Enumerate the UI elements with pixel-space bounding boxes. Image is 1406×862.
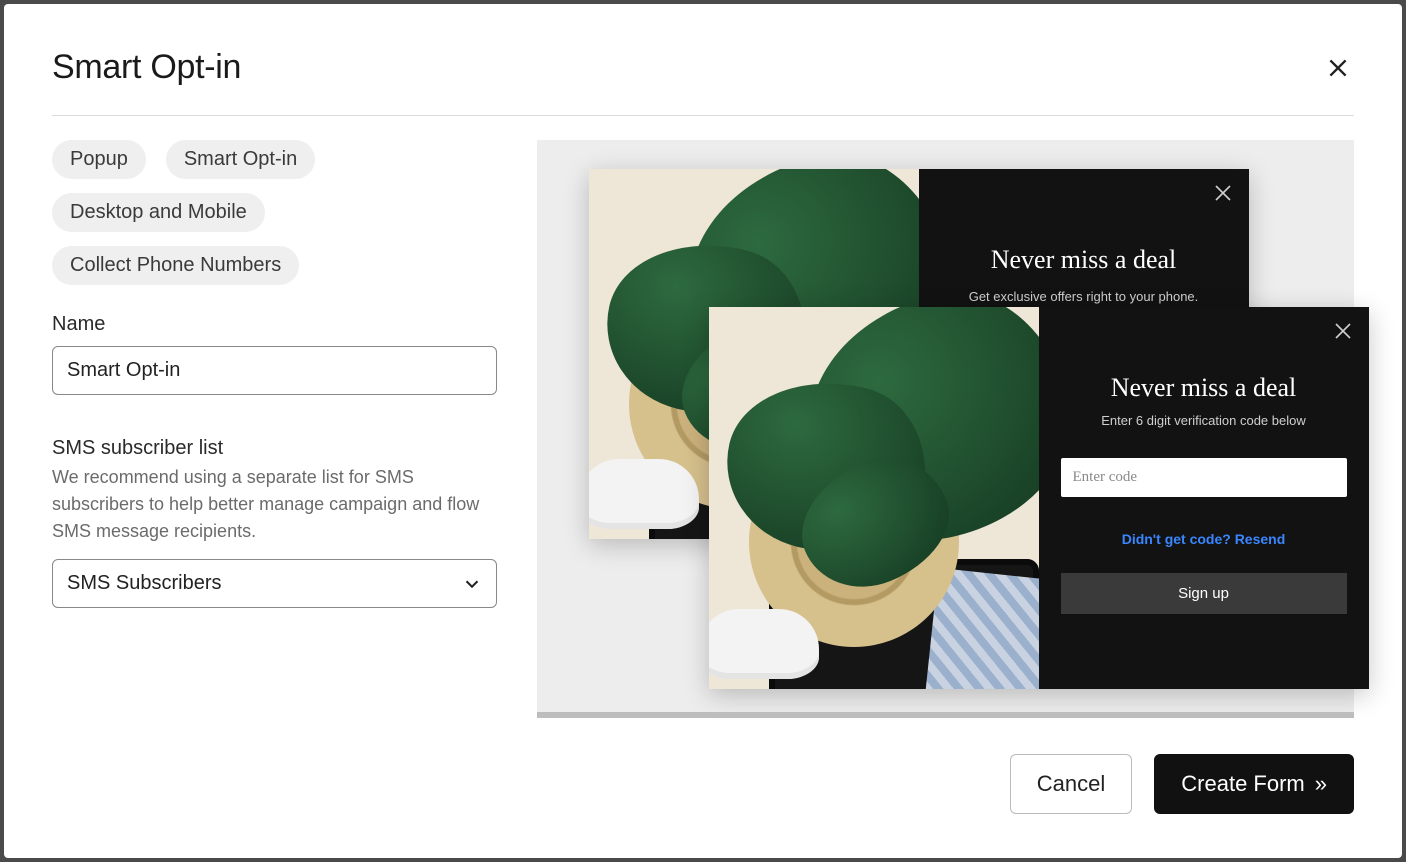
preview-image-front: [709, 307, 1039, 689]
create-form-button[interactable]: Create Form »: [1154, 754, 1354, 814]
preview-front-heading: Never miss a deal: [1111, 373, 1297, 403]
preview-back-close-button[interactable]: [1211, 181, 1235, 205]
close-icon: [1325, 55, 1351, 81]
preview-stack: Never miss a deal Get exclusive offers r…: [561, 169, 1331, 689]
modal: Smart Opt-in Popup Smart Opt-in Desktop …: [4, 4, 1402, 858]
sms-heading: SMS subscriber list: [52, 437, 497, 460]
pill-collect: Collect Phone Numbers: [52, 246, 299, 285]
modal-title: Smart Opt-in: [52, 48, 241, 87]
name-label: Name: [52, 313, 497, 336]
modal-body: Popup Smart Opt-in Desktop and Mobile Co…: [52, 140, 1354, 718]
preview-back-heading: Never miss a deal: [991, 245, 1177, 275]
chevron-right-icon: »: [1315, 771, 1327, 797]
pill-popup: Popup: [52, 140, 146, 179]
modal-footer: Cancel Create Form »: [52, 718, 1354, 814]
name-input[interactable]: [52, 346, 497, 395]
config-pane: Popup Smart Opt-in Desktop and Mobile Co…: [52, 140, 497, 718]
tag-pills: Popup Smart Opt-in Desktop and Mobile Co…: [52, 140, 497, 285]
pill-smart-optin: Smart Opt-in: [166, 140, 315, 179]
modal-header: Smart Opt-in: [52, 48, 1354, 116]
name-field-group: Name: [52, 313, 497, 395]
preview-front-close-button[interactable]: [1331, 319, 1355, 343]
preview-front-content: Never miss a deal Enter 6 digit verifica…: [1039, 307, 1369, 689]
preview-pane: Never miss a deal Get exclusive offers r…: [537, 140, 1354, 718]
pill-platform: Desktop and Mobile: [52, 193, 265, 232]
close-icon: [1211, 181, 1235, 205]
close-button[interactable]: [1322, 52, 1354, 84]
verification-code-input[interactable]: [1061, 458, 1347, 497]
preview-card-front: Never miss a deal Enter 6 digit verifica…: [709, 307, 1369, 689]
preview-front-sub: Enter 6 digit verification code below: [1101, 413, 1306, 428]
sms-select-wrap: SMS Subscribers: [52, 559, 497, 608]
preview-back-sub: Get exclusive offers right to your phone…: [969, 289, 1199, 304]
create-form-label: Create Form: [1181, 771, 1304, 797]
resend-link[interactable]: Didn't get code? Resend: [1122, 531, 1286, 547]
sms-section: SMS subscriber list We recommend using a…: [52, 437, 497, 608]
sms-list-select[interactable]: SMS Subscribers: [52, 559, 497, 608]
close-icon: [1331, 319, 1355, 343]
cancel-button[interactable]: Cancel: [1010, 754, 1132, 814]
signup-button[interactable]: Sign up: [1061, 573, 1347, 614]
sms-help-text: We recommend using a separate list for S…: [52, 464, 497, 545]
